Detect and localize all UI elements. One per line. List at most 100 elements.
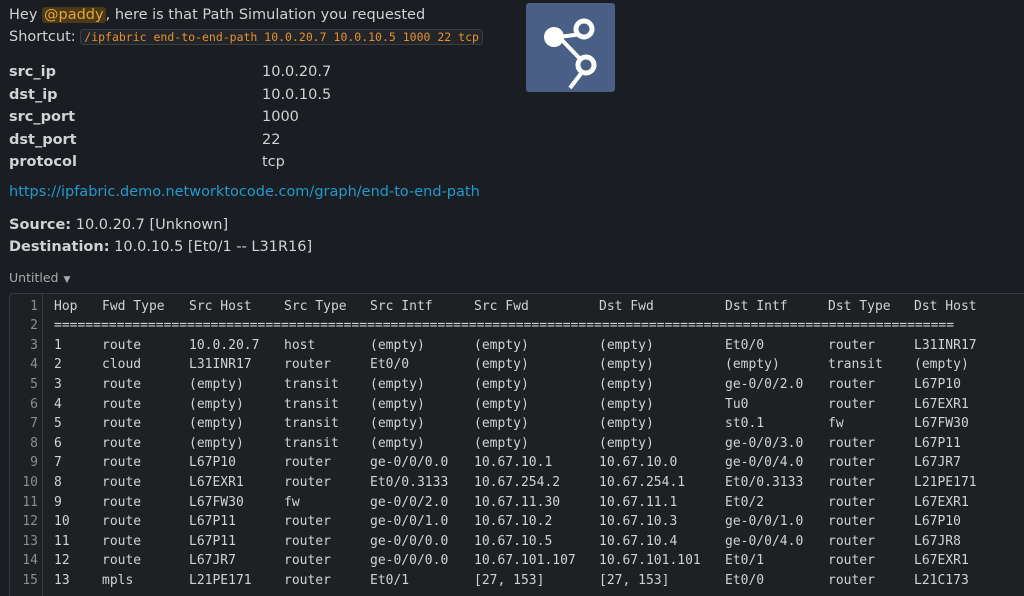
table-cell: [27, 153]: [599, 572, 670, 588]
table-cell: 3: [54, 376, 62, 392]
separator-line: ========================================…: [54, 318, 955, 334]
table-cell: (empty): [474, 357, 529, 373]
table-cell: 10.67.10.4: [599, 533, 678, 549]
table-cell: (empty): [599, 376, 654, 392]
line-number: 15: [22, 572, 38, 588]
table-cell: transit: [284, 435, 339, 451]
line-number: 14: [22, 553, 38, 569]
line-number: 9: [30, 455, 38, 471]
table-cell: ge-0/0/0.0: [370, 553, 449, 569]
param-value: 22: [262, 131, 281, 148]
table-row: 10 route L67P11 router ge-0/0/1.0 10.67.10.2 1…: [54, 512, 1014, 532]
param-key: dst_ip: [9, 86, 58, 103]
table-cell: 2: [54, 357, 62, 373]
table-cell: L67P10: [189, 455, 236, 471]
table-cell: route: [102, 474, 142, 490]
table-cell: Et0/1: [725, 553, 765, 569]
path-endpoints: Source: 10.0.20.7 [Unknown] Destination:…: [9, 214, 312, 258]
table-cell: Src Host: [189, 298, 252, 314]
table-cell: mpls: [102, 572, 134, 588]
table-cell: router: [284, 474, 331, 490]
table-cell: (empty): [599, 357, 654, 373]
table-cell: fw: [284, 494, 300, 510]
table-cell: router: [828, 376, 875, 392]
table-cell: 10.0.20.7: [189, 337, 260, 353]
table-cell: transit: [284, 396, 339, 412]
line-number: 1: [30, 298, 38, 314]
line-number: 5: [30, 376, 38, 392]
param-key: dst_port: [9, 131, 77, 148]
table-cell: route: [102, 533, 142, 549]
greeting-prefix: Hey: [9, 7, 43, 23]
table-cell: 10.67.101.101: [599, 553, 701, 569]
table-cell: (empty): [370, 435, 425, 451]
table-cell: router: [284, 553, 331, 569]
table-cell: (empty): [914, 357, 969, 373]
table-cell: [27, 153]: [474, 572, 545, 588]
table-cell: (empty): [370, 376, 425, 392]
table-cell: router: [828, 514, 875, 530]
table-cell: L31INR17: [189, 357, 252, 373]
shortcut-label: Shortcut:: [9, 29, 76, 45]
table-cell: 5: [54, 416, 62, 432]
snippet-title[interactable]: Untitled ▼: [9, 270, 70, 285]
table-row: 7 route L67P10 router ge-0/0/0.0 10.67.10.1 10…: [54, 453, 1014, 473]
table-cell: Et0/0.3133: [725, 474, 804, 490]
table-cell: Src Type: [284, 298, 347, 314]
line-number: 12: [22, 514, 38, 530]
table-cell: 10.67.101.107: [474, 553, 576, 569]
user-mention[interactable]: @paddy: [42, 7, 106, 23]
snippet-title-text: Untitled: [9, 270, 59, 285]
table-cell: L21PE171: [914, 474, 977, 490]
chevron-down-icon: ▼: [63, 275, 71, 285]
table-cell: 1: [54, 337, 62, 353]
table-cell: ge-0/0/4.0: [725, 533, 804, 549]
table-cell: 10.67.10.5: [474, 533, 553, 549]
table-cell: route: [102, 337, 142, 353]
line-number: 13: [22, 533, 38, 549]
table-cell: route: [102, 396, 142, 412]
graph-link[interactable]: https://ipfabric.demo.networktocode.com/…: [9, 184, 480, 200]
table-cell: router: [828, 572, 875, 588]
table-cell: 10.67.10.3: [599, 514, 678, 530]
table-cell: route: [102, 494, 142, 510]
table-cell: L67FW30: [189, 494, 244, 510]
ipfabric-logo: [526, 3, 615, 92]
table-row: 12 route L67JR7 router ge-0/0/0.0 10.67.101.1…: [54, 551, 1014, 571]
source-label: Source:: [9, 217, 72, 233]
param-key: protocol: [9, 154, 77, 170]
table-row: 4 route (empty) transit (empty) (empty) (empty…: [54, 395, 1014, 415]
table-cell: (empty): [474, 396, 529, 412]
line-number: 4: [30, 357, 38, 373]
table-cell: (empty): [725, 357, 780, 373]
table-cell: Et0/0: [370, 357, 410, 373]
table-cell: L67JR8: [914, 533, 961, 549]
table-cell: transit: [828, 357, 883, 373]
table-cell: 10.67.254.2: [474, 474, 561, 490]
table-cell: router: [284, 514, 331, 530]
table-header-row: Hop Fwd Type Src Host Src Type Src Intf Src F…: [54, 297, 1014, 317]
table-cell: (empty): [474, 376, 529, 392]
table-cell: host: [284, 337, 316, 353]
table-cell: L67P11: [189, 533, 236, 549]
destination-label: Destination:: [9, 239, 110, 255]
table-cell: transit: [284, 376, 339, 392]
line-number: 2: [30, 318, 38, 334]
code-snippet[interactable]: 1 2 3 4 5 6 7 8 9 10 11 12 13 14 15 Hop Fwd Type Src Hos…: [9, 293, 1024, 596]
table-cell: router: [828, 435, 875, 451]
table-row: 2 cloud L31INR17 router Et0/0 (empty) (empty) (…: [54, 355, 1014, 375]
table-cell: Dst Fwd: [599, 298, 654, 314]
table-cell: Et0/0.3133: [370, 474, 449, 490]
table-cell: L67P10: [914, 376, 961, 392]
table-cell: (empty): [599, 416, 654, 432]
table-cell: 13: [54, 572, 70, 588]
table-cell: router: [284, 572, 331, 588]
table-cell: (empty): [599, 396, 654, 412]
table-cell: router: [828, 396, 875, 412]
line-number: 3: [30, 337, 38, 353]
table-row: 6 route (empty) transit (empty) (empty) (empty…: [54, 434, 1014, 454]
table-cell: route: [102, 376, 142, 392]
table-cell: (empty): [370, 337, 425, 353]
line-number-gutter: 1 2 3 4 5 6 7 8 9 10 11 12 13 14 15: [10, 294, 43, 596]
shortcut-line: Shortcut: /ipfabric end-to-end-path 10.0…: [9, 26, 483, 48]
